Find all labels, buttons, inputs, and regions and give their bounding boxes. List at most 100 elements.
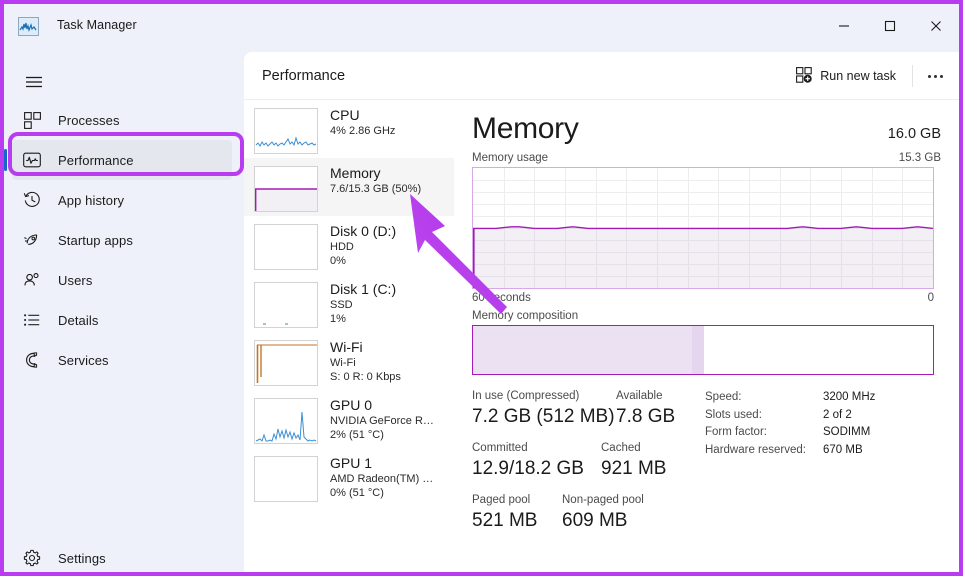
resource-line3: S: 0 R: 0 Kbps — [330, 371, 401, 383]
sysinfo-row: Slots used: 2 of 2 — [705, 407, 875, 425]
toolbar: Performance Run new task — [244, 52, 959, 100]
memory-detail-pane: Memory 16.0 GB Memory usage 15.3 GB 60 s… — [454, 100, 959, 572]
processes-icon — [12, 100, 52, 140]
sidebar-item-processes[interactable]: Processes — [12, 100, 232, 140]
resource-line3: 1% — [330, 313, 346, 325]
users-icon — [12, 260, 52, 300]
close-button[interactable] — [913, 4, 959, 48]
sidebar-item-label: Users — [58, 272, 93, 288]
window-title: Task Manager — [57, 18, 137, 32]
resource-item-wifi[interactable]: Wi-Fi Wi-Fi S: 0 R: 0 Kbps — [244, 332, 454, 390]
sidebar-settings-group: Settings — [4, 538, 240, 572]
sidebar-item-label: App history — [58, 192, 125, 208]
sidebar-item-settings[interactable]: Settings — [12, 538, 232, 572]
stat-key: Committed — [472, 442, 528, 454]
graph-x-right-label: 0 — [927, 292, 934, 304]
sysinfo-value: SODIMM — [823, 426, 871, 438]
composition-segment — [704, 326, 715, 374]
new-task-icon — [796, 66, 813, 86]
resource-line2: HDD — [330, 241, 354, 253]
sidebar-item-details[interactable]: Details — [12, 300, 232, 340]
resource-list: CPU 4% 2.86 GHz Memory 7.6/15.3 GB (50%) — [244, 100, 454, 572]
history-icon — [12, 180, 52, 220]
run-new-task-label: Run new task — [820, 69, 896, 83]
resource-name: CPU — [330, 107, 360, 123]
resource-line2: 7.6/15.3 GB (50%) — [330, 183, 422, 195]
rocket-icon — [12, 220, 52, 260]
resource-name: GPU 1 — [330, 455, 373, 471]
sidebar-item-label: Processes — [58, 112, 120, 128]
hamburger-icon[interactable] — [14, 64, 54, 100]
graph-max-label: 15.3 GB — [898, 152, 941, 164]
resource-text: Disk 0 (D:) HDD 0% — [330, 222, 396, 274]
resource-line2: Wi-Fi — [330, 357, 356, 369]
sysinfo-value: 2 of 2 — [823, 408, 852, 421]
sidebar-item-performance[interactable]: Performance — [4, 140, 232, 180]
stat-paged-pool: Paged pool 521 MB — [472, 493, 537, 534]
resource-line2: SSD — [330, 299, 353, 311]
disk-1-mini-graph — [254, 282, 318, 328]
resource-text: GPU 0 NVIDIA GeForce R… 2% (51 °C) — [330, 396, 434, 448]
stat-key: Non-paged pool — [562, 494, 644, 506]
stat-cached: Cached 921 MB — [601, 441, 666, 482]
resource-line2: 4% 2.86 GHz — [330, 125, 396, 137]
resource-line2: NVIDIA GeForce R… — [330, 415, 434, 427]
cpu-mini-graph — [254, 108, 318, 154]
resource-item-memory[interactable]: Memory 7.6/15.3 GB (50%) — [244, 158, 454, 216]
stat-non-paged-pool: Non-paged pool 609 MB — [562, 493, 644, 534]
page-title: Performance — [262, 67, 346, 84]
resource-item-gpu-1[interactable]: GPU 1 AMD Radeon(TM) … 0% (51 °C) — [244, 448, 454, 506]
graph-label: Memory usage — [472, 152, 549, 164]
resource-name: Disk 1 (C:) — [330, 281, 397, 297]
memory-composition-bar[interactable] — [472, 325, 934, 375]
resource-item-cpu[interactable]: CPU 4% 2.86 GHz — [244, 100, 454, 158]
resource-text: GPU 1 AMD Radeon(TM) … 0% (51 °C) — [330, 454, 433, 506]
resource-item-disk-0[interactable]: Disk 0 (D:) HDD 0% — [244, 216, 454, 274]
memory-usage-graph — [472, 167, 934, 289]
detail-header: Memory 16.0 GB — [472, 112, 941, 146]
resource-item-gpu-0[interactable]: GPU 0 NVIDIA GeForce R… 2% (51 °C) — [244, 390, 454, 448]
services-icon — [12, 340, 52, 380]
memory-stats: In use (Compressed) 7.2 GB (512 MB) Avai… — [472, 389, 942, 531]
detail-total-memory: 16.0 GB — [887, 126, 941, 142]
sysinfo-row: Speed: 3200 MHz — [705, 389, 875, 407]
sidebar-item-services[interactable]: Services — [12, 340, 232, 380]
toolbar-separator — [912, 65, 913, 87]
sysinfo-key: Form factor: — [705, 426, 767, 438]
resource-item-disk-1[interactable]: Disk 1 (C:) SSD 1% — [244, 274, 454, 332]
sysinfo-key: Hardware reserved: — [705, 443, 806, 456]
resource-line3: 2% (51 °C) — [330, 429, 384, 441]
details-icon — [12, 300, 52, 340]
gpu-0-mini-graph — [254, 398, 318, 444]
composition-label: Memory composition — [472, 310, 579, 322]
resource-line3: 0% — [330, 255, 346, 267]
sidebar: Processes Performance App history Startu… — [4, 48, 240, 572]
run-new-task-button[interactable]: Run new task — [786, 60, 906, 92]
resource-name: GPU 0 — [330, 397, 373, 413]
memory-hardware-info: Speed: 3200 MHz Slots used: 2 of 2 Form … — [705, 389, 875, 459]
stat-value: 921 MB — [601, 458, 667, 479]
memory-mini-graph — [254, 166, 318, 212]
graph-x-left-label: 60 seconds — [472, 292, 531, 304]
composition-segment — [714, 326, 933, 374]
toolbar-actions: Run new task — [786, 52, 951, 100]
sysinfo-row: Hardware reserved: 670 MB — [705, 442, 875, 460]
maximize-button[interactable] — [867, 4, 913, 48]
see-more-button[interactable] — [919, 60, 951, 92]
sidebar-item-users[interactable]: Users — [12, 260, 232, 300]
title-bar: Task Manager — [4, 4, 959, 48]
stat-value: 7.2 GB (512 MB) — [472, 406, 615, 427]
minimize-button[interactable] — [821, 4, 867, 48]
stat-key: In use (Compressed) — [472, 390, 580, 402]
graph-axis-labels: 60 seconds 0 — [472, 292, 934, 304]
composition-segment — [473, 326, 692, 374]
resource-text: Wi-Fi Wi-Fi S: 0 R: 0 Kbps — [330, 338, 401, 390]
stat-committed: Committed 12.9/18.2 GB — [472, 441, 584, 482]
sidebar-item-app-history[interactable]: App history — [12, 180, 232, 220]
stat-value: 12.9/18.2 GB — [472, 458, 584, 479]
content-area: Performance Run new task CPU 4% 2.86 GHz… — [244, 52, 959, 572]
resource-name: Disk 0 (D:) — [330, 223, 397, 239]
gpu-1-mini-graph — [254, 456, 318, 502]
stat-value: 609 MB — [562, 510, 628, 531]
sidebar-item-startup-apps[interactable]: Startup apps — [12, 220, 232, 260]
